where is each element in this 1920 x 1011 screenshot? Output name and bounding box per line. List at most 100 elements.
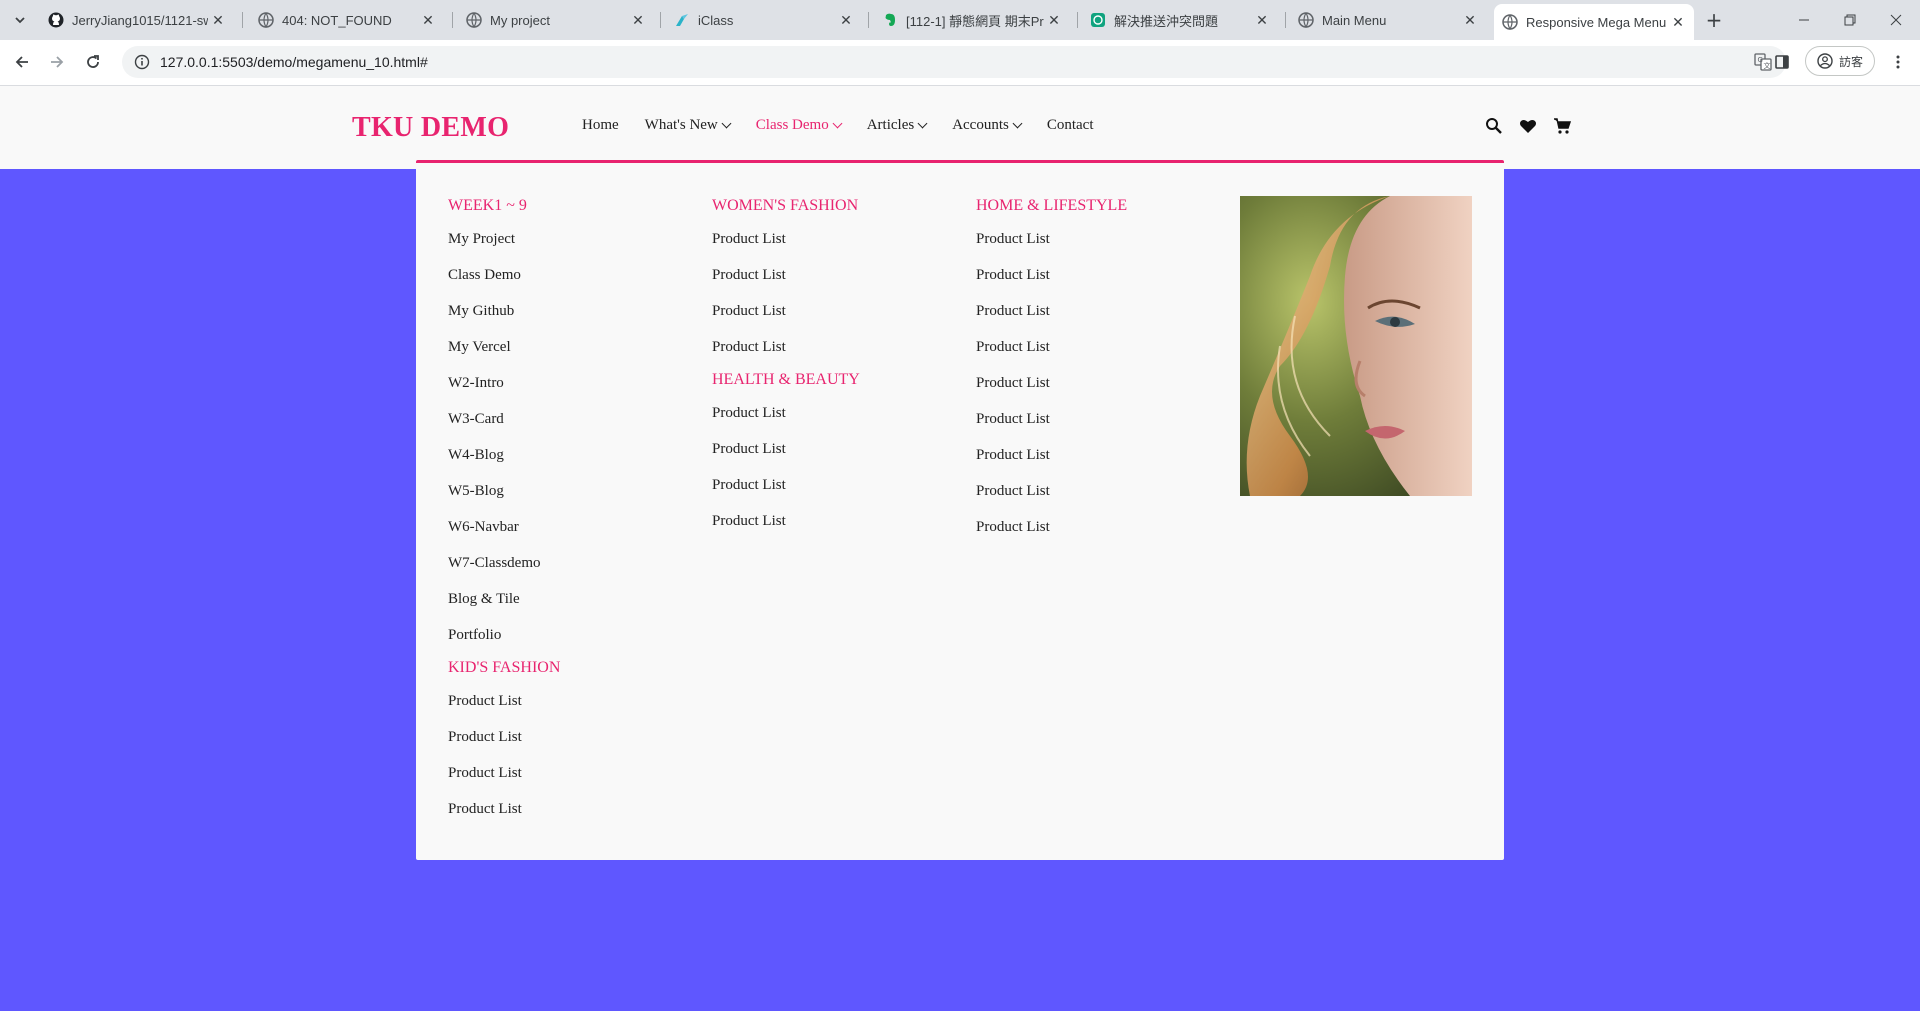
tab-title: My project	[490, 12, 550, 28]
tab-separator	[660, 12, 661, 28]
menu-item[interactable]: Product List	[976, 339, 1127, 375]
browser-tab[interactable]: [112-1] 靜態網頁 期末Pro ✕	[874, 6, 1070, 34]
menu-item[interactable]: W4-Blog	[448, 447, 560, 483]
address-bar[interactable]: 127.0.0.1:5503/demo/megamenu_10.html# G文	[122, 46, 1786, 78]
browser-tab[interactable]: JerryJiang1015/1121-sw ✕	[40, 6, 234, 34]
nav-link-label: What's New	[644, 117, 718, 133]
menu-item[interactable]: My Project	[448, 231, 560, 267]
menu-item[interactable]: Product List	[712, 477, 860, 513]
menu-item[interactable]: Product List	[712, 267, 860, 303]
menu-item[interactable]: Portfolio	[448, 627, 560, 657]
nav-link-accounts[interactable]: Accounts	[952, 117, 1023, 134]
menu-item[interactable]: Product List	[976, 375, 1127, 411]
menu-item[interactable]: My Vercel	[448, 339, 560, 375]
site-info-icon[interactable]	[134, 54, 150, 70]
nav-links: Home What's New Class Demo Articles Acco…	[582, 117, 1120, 134]
menu-item[interactable]: Product List	[976, 519, 1127, 555]
search-icon[interactable]	[1484, 116, 1504, 136]
restore-icon[interactable]	[1836, 6, 1864, 34]
nav-link-home[interactable]: Home	[582, 117, 619, 134]
close-icon[interactable]: ✕	[836, 10, 856, 30]
menu-item[interactable]: Product List	[976, 303, 1127, 339]
menu-item[interactable]: Product List	[448, 765, 560, 801]
menu-item[interactable]: W3-Card	[448, 411, 560, 447]
menu-kebab-icon[interactable]	[1884, 48, 1912, 76]
menu-column-week: WEEK1 ~ 9 My Project Class Demo My Githu…	[448, 195, 560, 837]
browser-tab-active[interactable]: Responsive Mega Menu ✕	[1494, 4, 1694, 40]
menu-item[interactable]: Product List	[976, 231, 1127, 267]
menu-item[interactable]: Class Demo	[448, 267, 560, 303]
nav-link-class-demo[interactable]: Class Demo	[756, 117, 843, 134]
close-icon[interactable]: ✕	[1668, 12, 1688, 32]
menu-item[interactable]: Product List	[976, 483, 1127, 519]
heart-icon[interactable]	[1518, 116, 1538, 136]
mega-menu-panel: WEEK1 ~ 9 My Project Class Demo My Githu…	[416, 160, 1504, 860]
browser-tab[interactable]: 解決推送沖突問題 ✕	[1082, 6, 1278, 34]
side-panel-icon[interactable]	[1768, 48, 1796, 76]
chevron-down-icon	[832, 118, 843, 129]
iclass-icon	[674, 12, 690, 28]
tab-search-icon[interactable]	[6, 6, 34, 34]
menu-item[interactable]: Product List	[712, 405, 860, 441]
close-icon[interactable]: ✕	[628, 10, 648, 30]
close-icon[interactable]: ✕	[1044, 10, 1064, 30]
menu-item[interactable]: W2-Intro	[448, 375, 560, 411]
close-icon[interactable]: ✕	[208, 10, 228, 30]
browser-tab[interactable]: 404: NOT_FOUND ✕	[250, 6, 444, 34]
new-tab-button[interactable]: +	[1700, 6, 1728, 34]
nav-link-articles[interactable]: Articles	[866, 117, 928, 134]
url-text: 127.0.0.1:5503/demo/megamenu_10.html#	[160, 54, 428, 70]
tab-title: [112-1] 靜態網頁 期末Pro	[906, 13, 1044, 29]
close-icon[interactable]: ✕	[1252, 10, 1272, 30]
nav-link-contact[interactable]: Contact	[1047, 117, 1094, 134]
nav-link-label: Accounts	[952, 117, 1009, 133]
close-icon[interactable]: ✕	[1460, 10, 1480, 30]
menu-item[interactable]: Product List	[712, 303, 860, 339]
chevron-down-icon	[721, 118, 732, 129]
menu-item[interactable]: Blog & Tile	[448, 591, 560, 627]
chevron-down-icon	[917, 118, 928, 129]
brand-logo[interactable]: TKU DEMO	[352, 112, 509, 144]
new-tab-label: +	[1705, 8, 1723, 32]
globe-icon	[466, 12, 482, 28]
cart-icon[interactable]	[1552, 116, 1572, 136]
tab-separator	[868, 12, 869, 28]
nav-link-whats-new[interactable]: What's New	[644, 117, 732, 134]
browser-tab-bar: JerryJiang1015/1121-sw ✕ 404: NOT_FOUND …	[0, 0, 1920, 40]
menu-item[interactable]: Product List	[712, 231, 860, 267]
column-title: KID'S FASHION	[448, 659, 561, 676]
menu-item[interactable]: Product List	[712, 441, 860, 477]
svg-text:G: G	[1758, 56, 1763, 64]
menu-item[interactable]: Product List	[448, 801, 560, 837]
nav-link-label: Articles	[866, 117, 915, 133]
menu-item[interactable]: Product List	[712, 339, 860, 369]
globe-icon	[258, 12, 274, 28]
menu-item[interactable]: Product List	[712, 513, 860, 549]
browser-tab[interactable]: iClass ✕	[666, 6, 862, 34]
back-icon[interactable]	[8, 48, 36, 76]
menu-item[interactable]: W5-Blog	[448, 483, 560, 519]
tab-separator	[452, 12, 453, 28]
column-title: WEEK1 ~ 9	[448, 197, 527, 214]
profile-button[interactable]: 訪客	[1805, 46, 1875, 76]
menu-item[interactable]: Product List	[976, 411, 1127, 447]
menu-item[interactable]: Product List	[448, 693, 560, 729]
reload-icon[interactable]	[79, 48, 107, 76]
github-icon	[48, 12, 64, 28]
menu-item[interactable]: W7-Classdemo	[448, 555, 560, 591]
close-icon[interactable]: ✕	[418, 10, 438, 30]
minimize-icon[interactable]	[1790, 6, 1818, 34]
menu-item[interactable]: Product List	[976, 267, 1127, 303]
browser-tab[interactable]: Main Menu ✕	[1290, 6, 1486, 34]
nav-link-label: Home	[582, 117, 619, 133]
close-window-icon[interactable]	[1882, 6, 1910, 34]
menu-item[interactable]: Product List	[448, 729, 560, 765]
nav-icons	[1484, 116, 1572, 136]
menu-item[interactable]: W6-Navbar	[448, 519, 560, 555]
browser-tab[interactable]: My project ✕	[458, 6, 654, 34]
tab-title: JerryJiang1015/1121-sw	[72, 12, 208, 28]
forward-icon[interactable]	[43, 48, 71, 76]
menu-item[interactable]: My Github	[448, 303, 560, 339]
menu-item[interactable]: Product List	[976, 447, 1127, 483]
profile-label: 訪客	[1838, 54, 1863, 69]
